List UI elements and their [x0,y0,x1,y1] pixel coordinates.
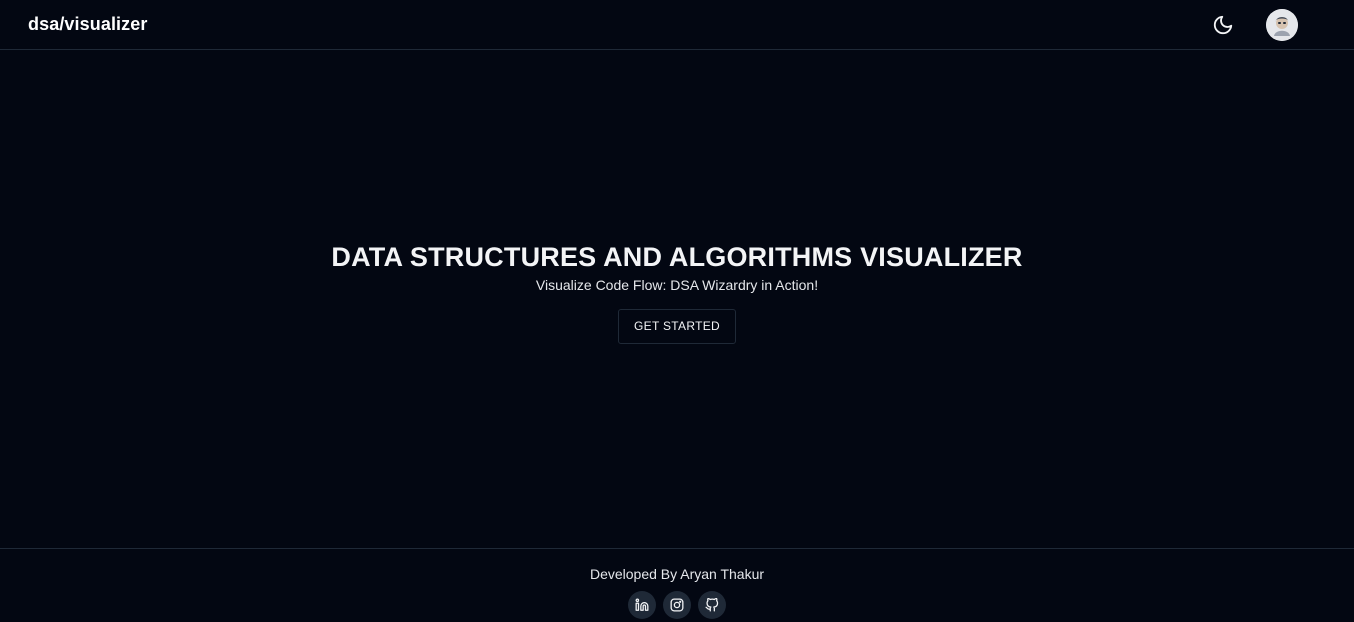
social-links [628,591,726,619]
top-navbar: dsa/visualizer [0,0,1354,50]
footer: Developed By Aryan Thakur [0,548,1354,622]
page-title: DATA STRUCTURES AND ALGORITHMS VISUALIZE… [331,241,1023,272]
footer-credit: Developed By Aryan Thakur [589,566,765,582]
hero-section: DATA STRUCTURES AND ALGORITHMS VISUALIZE… [0,50,1354,548]
brand-logo-link[interactable]: dsa/visualizer [28,14,147,35]
linkedin-link[interactable] [628,591,656,619]
hero-subtitle: Visualize Code Flow: DSA Wizardry in Act… [535,276,819,293]
get-started-button[interactable]: GET STARTED [618,308,736,344]
github-icon [705,598,719,612]
user-avatar-button[interactable] [1266,9,1298,41]
linkedin-icon [635,598,649,611]
moon-icon [1213,15,1233,35]
github-link[interactable] [698,591,726,619]
avatar-icon [1266,9,1298,41]
instagram-link[interactable] [663,591,691,619]
instagram-icon [670,598,684,612]
theme-toggle-button[interactable] [1208,10,1238,40]
